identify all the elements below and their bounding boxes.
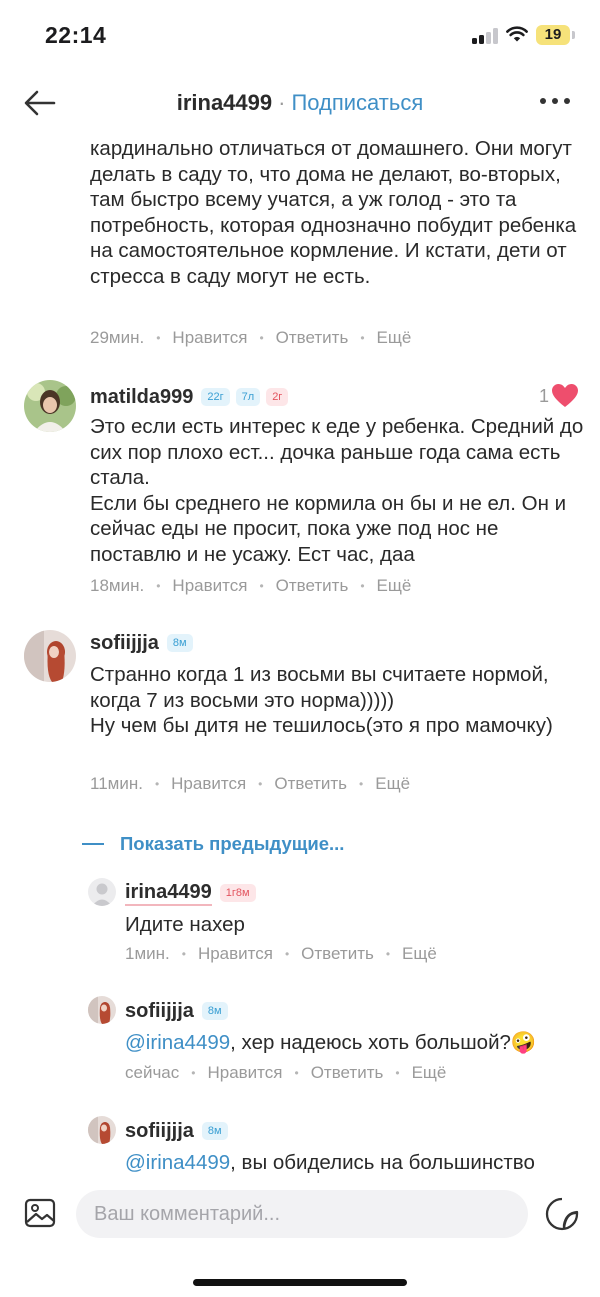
comment-text: кардинально отличаться от домашнего. Они… (90, 137, 582, 288)
meta-separator: • (360, 331, 365, 345)
like-button[interactable]: Нравится (172, 576, 247, 596)
header: irina4499 · Подписаться (0, 78, 600, 128)
badge: 8м (166, 634, 193, 652)
page: 22:14 19 irina4499 · Подписаться кардиналь (0, 0, 600, 1297)
more-options-icon[interactable] (540, 98, 572, 108)
reply-button[interactable]: Ответить (311, 1063, 384, 1083)
comment-username[interactable]: sofiijjja (90, 632, 159, 655)
heart-icon[interactable] (552, 384, 578, 408)
comment-input-bar (0, 1180, 600, 1297)
reply-header: sofiijjja 8м (125, 996, 234, 1026)
home-indicator (193, 1279, 407, 1286)
image-icon[interactable] (24, 1197, 56, 1229)
reply-text: Идите нахер (125, 913, 245, 936)
reply-text-content: , хер надеюсь хоть большой?🤪 (230, 1031, 537, 1054)
status-time: 22:14 (45, 22, 107, 48)
meta-separator: • (156, 331, 161, 345)
badge: 7л (235, 388, 261, 406)
comments-list: кардинально отличаться от домашнего. Они… (0, 130, 600, 1178)
comment-meta: 18мин. • Нравится • Ответить • Ещё (90, 574, 411, 598)
like-button[interactable]: Нравится (198, 944, 273, 964)
meta-separator: • (395, 1066, 400, 1080)
header-username[interactable]: irina4499 (177, 90, 272, 115)
reply-button[interactable]: Ответить (274, 774, 347, 794)
reply-button[interactable]: Ответить (301, 944, 374, 964)
comment-username[interactable]: matilda999 (90, 386, 193, 409)
meta-separator: • (259, 579, 264, 593)
avatar[interactable] (88, 996, 116, 1024)
comment-meta: 11мин. • Нравится • Ответить • Ещё (90, 772, 410, 796)
avatar[interactable] (88, 1116, 116, 1144)
reply-header: sofiijjja 8м (125, 1116, 234, 1146)
like-count-value: 1 (538, 385, 549, 406)
comment-time: 29мин. (90, 328, 145, 347)
reply-time: сейчас (125, 1063, 180, 1082)
badge: 1г8м (219, 884, 256, 902)
like-button[interactable]: Нравится (171, 774, 246, 794)
more-button[interactable]: Ещё (377, 576, 412, 596)
mention-link[interactable]: @irina4499 (125, 1031, 230, 1054)
mention-link[interactable]: @irina4499 (125, 1151, 230, 1174)
meta-separator: • (259, 331, 264, 345)
show-previous-label: Показать предыдущие... (120, 833, 345, 854)
meta-separator: • (154, 777, 160, 791)
reply-text: @irina4499, хер надеюсь хоть большой?🤪 (125, 1030, 590, 1056)
comment-header: matilda999 22г 7л 2г (90, 382, 294, 412)
like-button[interactable]: Нравится (207, 1063, 282, 1083)
reply-text-content: , вы обиделись на большинство (230, 1151, 535, 1174)
more-button[interactable]: Ещё (377, 328, 412, 348)
reply-button[interactable]: Ответить (276, 576, 349, 596)
comment-header: sofiijjja 8м (90, 628, 199, 658)
badge: 2г (266, 388, 289, 406)
reply-meta: 1мин. • Нравится • Ответить • Ещё (125, 942, 437, 966)
battery-indicator: 19 (536, 25, 575, 45)
comment-time: 18мин. (90, 576, 145, 595)
status-bar: 22:14 19 (0, 0, 600, 70)
more-button[interactable]: Ещё (412, 1063, 447, 1083)
meta-separator: • (359, 777, 364, 791)
subscribe-button[interactable]: Подписаться (291, 90, 423, 115)
reply-button[interactable]: Ответить (276, 328, 349, 348)
reply-username[interactable]: irina4499 (125, 881, 212, 906)
comment-text: Это если есть интерес к еде у ребенка. С… (90, 415, 584, 566)
comment-text: Странно когда 1 из восьми вы считаете но… (90, 663, 553, 737)
reply-username[interactable]: sofiijjja (125, 1120, 194, 1143)
meta-separator: • (258, 777, 263, 791)
meta-separator: • (156, 579, 161, 593)
avatar[interactable] (24, 380, 76, 432)
more-button[interactable]: Ещё (402, 944, 437, 964)
show-previous-button[interactable]: Показать предыдущие... (82, 833, 344, 855)
meta-separator: • (294, 1066, 299, 1080)
show-previous-dash (82, 843, 104, 845)
avatar[interactable] (24, 630, 76, 682)
reply-text: @irina4499, вы обиделись на большинство (125, 1150, 590, 1176)
comment-meta: 29мин. • Нравится • Ответить • Ещё (90, 326, 411, 350)
meta-separator: • (385, 947, 391, 961)
meta-separator: • (181, 947, 186, 961)
like-button[interactable]: Нравится (172, 328, 247, 348)
meta-separator: • (360, 579, 365, 593)
reply-username[interactable]: sofiijjja (125, 1000, 194, 1023)
header-separator: · (278, 90, 286, 115)
sticker-icon[interactable] (544, 1197, 580, 1231)
avatar[interactable] (88, 878, 116, 906)
meta-separator: • (191, 1066, 196, 1080)
comment-time: 11мин. (90, 774, 143, 793)
comment-input[interactable] (76, 1190, 528, 1238)
badge: 8м (201, 1002, 228, 1020)
more-button[interactable]: Ещё (375, 774, 410, 794)
reply-header: irina4499 1г8м (125, 878, 262, 908)
reply-time: 1мин. (125, 944, 170, 963)
header-title-row: irina4499 · Подписаться (0, 88, 600, 118)
meta-separator: • (284, 947, 290, 961)
wifi-icon (506, 26, 528, 42)
cellular-signal-icon (472, 28, 500, 44)
like-count[interactable]: 1 (539, 384, 578, 408)
badge: 8м (201, 1122, 228, 1140)
reply-meta: сейчас • Нравится • Ответить • Ещё (125, 1061, 446, 1085)
badge: 22г (201, 388, 230, 406)
